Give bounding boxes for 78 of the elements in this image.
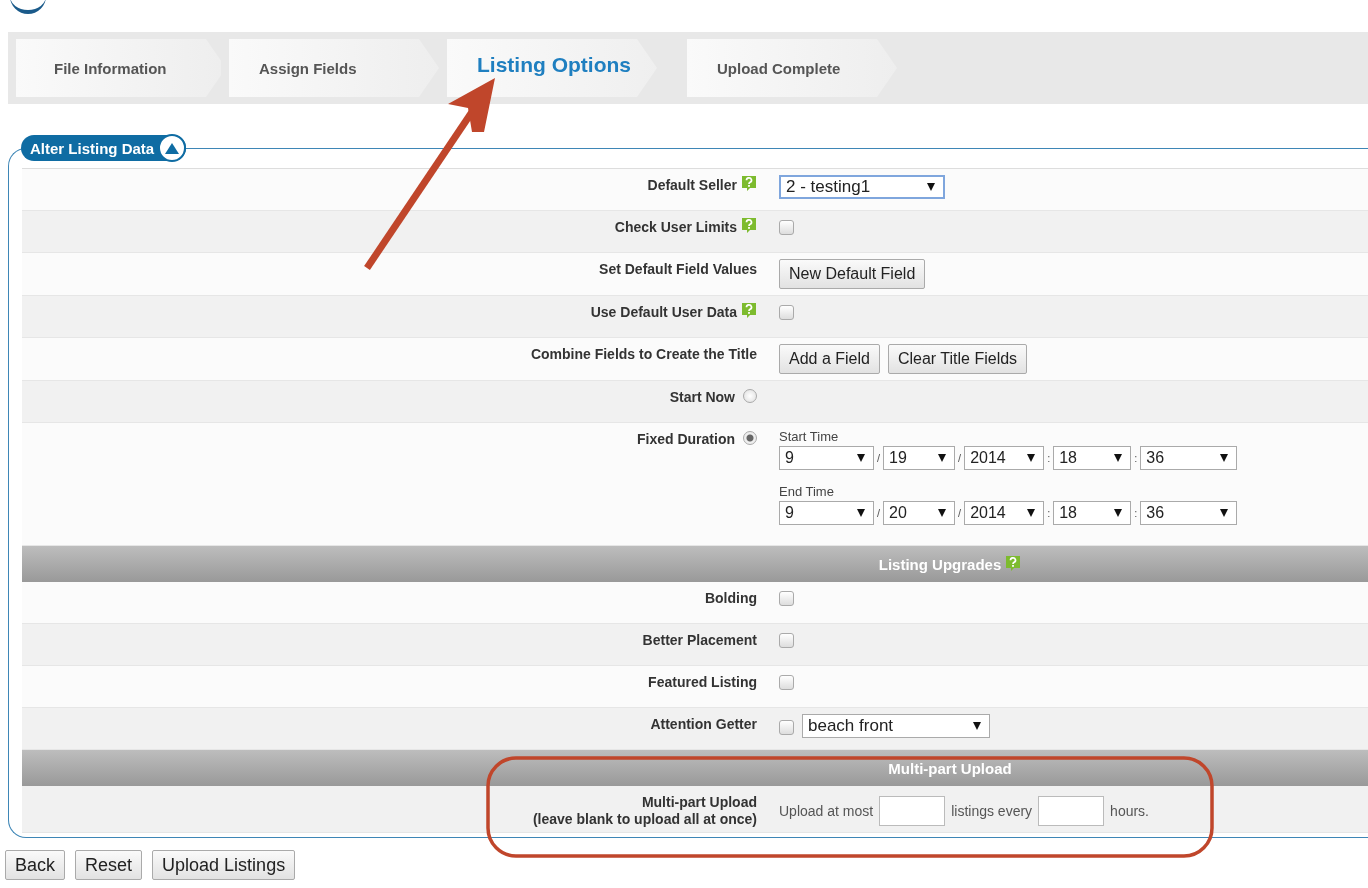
collapse-toggle-icon[interactable] bbox=[158, 134, 187, 162]
select-field[interactable]: 2014 bbox=[964, 501, 1045, 525]
separator: / bbox=[877, 452, 881, 464]
step-tab[interactable]: Upload Complete bbox=[687, 39, 897, 97]
checkbox[interactable] bbox=[779, 720, 794, 735]
checkbox[interactable] bbox=[779, 591, 794, 606]
field-label: Bolding bbox=[704, 590, 757, 607]
form-button[interactable]: New Default Field bbox=[779, 259, 926, 289]
help-icon[interactable] bbox=[1005, 554, 1022, 572]
upload-text: hours. bbox=[1110, 803, 1149, 819]
select-field[interactable]: 2014 bbox=[964, 446, 1045, 470]
field-label: Fixed Duration bbox=[637, 431, 735, 448]
select-field[interactable]: 9 bbox=[779, 446, 874, 470]
caret-icon bbox=[938, 509, 947, 517]
form-button[interactable]: Clear Title Fields bbox=[887, 344, 1028, 374]
time-label: End Time bbox=[779, 484, 835, 499]
caret-icon bbox=[1027, 509, 1036, 517]
field-label: Attention Getter bbox=[650, 716, 757, 733]
caret-icon bbox=[1114, 454, 1123, 462]
select-field[interactable]: beach front bbox=[802, 714, 990, 738]
action-button[interactable]: Back bbox=[5, 850, 66, 880]
section-header-text: Listing Upgrades bbox=[878, 555, 1002, 573]
separator: / bbox=[958, 452, 962, 464]
select-field[interactable]: 19 bbox=[883, 446, 956, 470]
separator: / bbox=[877, 507, 881, 519]
field-label: Default Seller bbox=[647, 177, 737, 194]
separator: / bbox=[958, 507, 962, 519]
select-field[interactable]: 20 bbox=[883, 501, 956, 525]
upload-text: listings every bbox=[951, 803, 1033, 819]
panel-title-text: Alter Listing Data bbox=[30, 139, 155, 157]
select-field[interactable]: 36 bbox=[1140, 501, 1238, 525]
field-note: (leave blank to upload all at once) bbox=[532, 811, 757, 828]
help-icon[interactable] bbox=[741, 302, 757, 319]
field-label: Use Default User Data bbox=[590, 304, 737, 321]
time-label: Start Time bbox=[779, 429, 840, 444]
checkbox[interactable] bbox=[779, 675, 794, 690]
field-label: Check User Limits bbox=[614, 219, 737, 236]
checkbox[interactable] bbox=[779, 633, 794, 648]
step-tab[interactable]: Assign Fields bbox=[229, 39, 439, 97]
caret-icon bbox=[1027, 454, 1036, 462]
caret-icon bbox=[1220, 509, 1229, 517]
checkbox[interactable] bbox=[779, 220, 794, 235]
caret-icon bbox=[1220, 454, 1229, 462]
caret-icon bbox=[938, 454, 947, 462]
caret-icon bbox=[927, 183, 935, 191]
separator: : bbox=[1047, 452, 1051, 464]
caret-icon bbox=[973, 722, 981, 730]
panel-title[interactable]: Alter Listing Data bbox=[21, 135, 187, 161]
section-header-text: Multi-part Upload bbox=[888, 759, 1012, 777]
field-label: Featured Listing bbox=[648, 674, 757, 691]
separator: : bbox=[1134, 507, 1138, 519]
field-label: Combine Fields to Create the Title bbox=[530, 346, 757, 363]
form-button[interactable]: Add a Field bbox=[779, 344, 880, 374]
checkbox[interactable] bbox=[779, 305, 794, 320]
field-label: Start Now bbox=[669, 389, 735, 406]
field-label: Multi-part Upload bbox=[641, 794, 757, 811]
caret-icon bbox=[857, 454, 865, 462]
select-field[interactable]: 9 bbox=[779, 501, 874, 525]
field-label: Set Default Field Values bbox=[599, 261, 757, 278]
radio-button[interactable] bbox=[743, 431, 757, 445]
select-field[interactable]: 36 bbox=[1140, 446, 1238, 470]
step-tab[interactable]: File Information bbox=[16, 39, 221, 97]
select-field[interactable]: 18 bbox=[1053, 501, 1132, 525]
radio-button[interactable] bbox=[743, 389, 757, 403]
hours-input[interactable] bbox=[1038, 796, 1105, 826]
upload-text: Upload at most bbox=[779, 803, 874, 819]
action-button[interactable]: Upload Listings bbox=[152, 850, 296, 880]
select-field[interactable]: 18 bbox=[1053, 446, 1132, 470]
separator: : bbox=[1134, 452, 1138, 464]
count-input[interactable] bbox=[879, 796, 946, 826]
help-icon[interactable] bbox=[741, 175, 757, 192]
caret-icon bbox=[857, 509, 865, 517]
field-label: Better Placement bbox=[642, 632, 757, 649]
caret-icon bbox=[1114, 509, 1123, 517]
select-field[interactable]: 2 - testing1 bbox=[779, 175, 945, 199]
separator: : bbox=[1047, 507, 1051, 519]
action-button[interactable]: Reset bbox=[75, 850, 143, 880]
help-icon[interactable] bbox=[741, 217, 757, 234]
